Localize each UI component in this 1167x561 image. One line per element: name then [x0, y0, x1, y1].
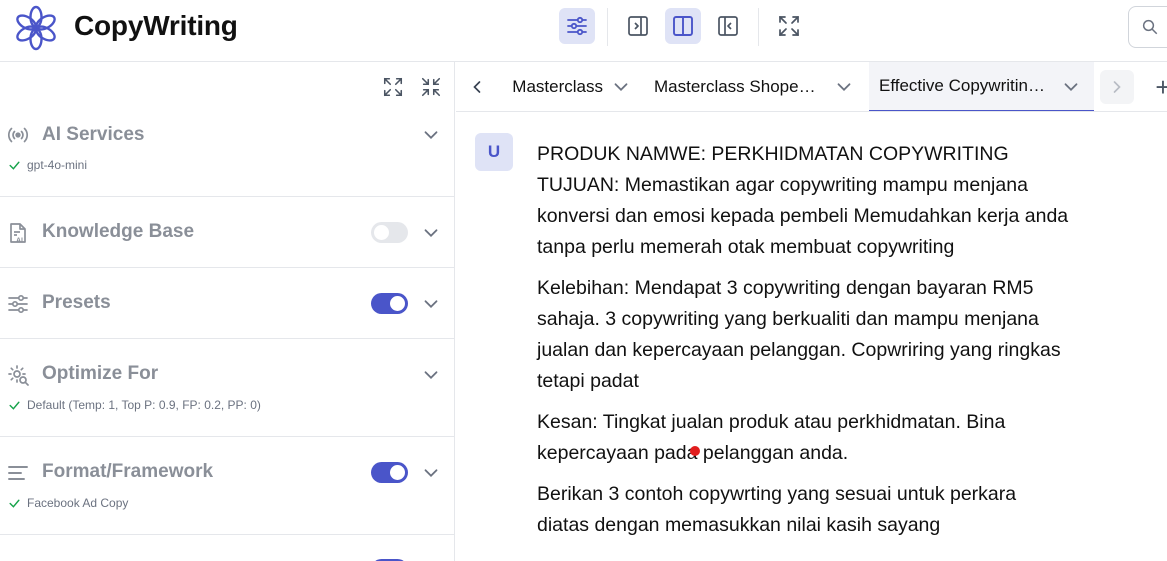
tab-effective-copywriting[interactable]: Effective Copywriting Campaign — [869, 62, 1094, 111]
tabs-scroll-left-button[interactable] — [460, 70, 494, 104]
app-title: CopyWriting — [74, 10, 238, 41]
user-avatar: U — [475, 133, 513, 171]
expand-icon — [779, 16, 799, 36]
section-title: Knowledge Base — [42, 221, 195, 242]
panel-right-open-icon — [628, 16, 648, 36]
sliders-icon — [567, 16, 587, 36]
message-paragraph: PRODUK NAMWE: PERKHIDMATAN COPYWRITING T… — [537, 143, 1069, 258]
broadcast-icon — [7, 127, 29, 143]
check-icon — [9, 499, 20, 508]
search-icon — [1142, 19, 1158, 35]
chevron-down-icon[interactable] — [420, 222, 442, 244]
chevron-right-icon — [1113, 81, 1121, 93]
check-icon — [9, 401, 20, 410]
expand-icon — [383, 77, 403, 97]
knowledge-base-toggle[interactable] — [371, 222, 408, 243]
section-subtitle: Facebook Ad Copy — [8, 496, 128, 510]
columns-icon — [673, 16, 693, 36]
tab-label: ass Shopee Masterclass — [511, 77, 603, 96]
section-partial[interactable] — [0, 535, 454, 561]
search-input[interactable] — [1128, 6, 1167, 48]
chevron-down-icon[interactable] — [420, 124, 442, 146]
align-left-icon — [8, 466, 28, 480]
section-optimize-for[interactable]: Optimize For Default (Temp: 1, Top P: 0.… — [0, 339, 454, 437]
toggle-knob — [374, 225, 389, 240]
ai-document-icon: AI — [10, 223, 26, 245]
message-paragraph: Kesan: Tingkat jualan produk atau perkhi… — [537, 411, 1006, 464]
section-title: Optimize For — [42, 363, 159, 384]
chevron-down-icon[interactable] — [420, 293, 442, 315]
user-message: PRODUK NAMWE: PERKHIDMATAN COPYWRITING T… — [537, 139, 1072, 551]
header-divider — [758, 8, 759, 46]
section-knowledge-base[interactable]: AI Knowledge Base — [0, 197, 454, 268]
svg-text:AI: AI — [16, 238, 23, 245]
tabs-scroll-right-button[interactable] — [1100, 70, 1134, 104]
settings-sidebar: AI Services gpt-4o-mini AI Knowledge Bas… — [0, 62, 455, 561]
collapse-icon — [421, 77, 441, 97]
chevron-down-icon[interactable] — [610, 76, 632, 98]
left-panel-button[interactable] — [710, 8, 746, 44]
message-paragraph: Kelebihan: Mendapat 3 copywriting dengan… — [537, 277, 1061, 392]
section-title: Format/Framework — [42, 461, 214, 482]
tab-shopee-masterclass[interactable]: ass Shopee Masterclass — [496, 62, 642, 111]
chat-area: U PRODUK NAMWE: PERKHIDMATAN COPYWRITING… — [456, 113, 1167, 561]
section-ai-services[interactable]: AI Services gpt-4o-mini — [0, 102, 454, 197]
chevron-left-icon — [473, 81, 481, 93]
split-view-button[interactable] — [665, 8, 701, 44]
section-format-framework[interactable]: Format/Framework Facebook Ad Copy — [0, 437, 454, 535]
fullscreen-button[interactable] — [771, 8, 807, 44]
gear-search-icon — [8, 365, 29, 386]
message-paragraph: Berikan 3 contoh copywrting yang sesuai … — [537, 483, 1017, 536]
expand-all-button[interactable] — [380, 74, 406, 100]
mouse-cursor-dot — [690, 446, 700, 456]
tab-label: Effective Copywriting Campaign — [879, 76, 1050, 95]
panel-left-open-icon — [718, 16, 738, 36]
format-framework-toggle[interactable] — [371, 462, 408, 483]
add-tab-button[interactable]: + — [1146, 70, 1167, 104]
plus-icon: + — [1155, 72, 1167, 103]
right-panel-button[interactable] — [620, 8, 656, 44]
section-title: AI Services — [42, 124, 145, 145]
section-subtitle-text: gpt-4o-mini — [27, 158, 88, 172]
toggle-knob — [390, 465, 405, 480]
chevron-down-icon[interactable] — [420, 364, 442, 386]
section-subtitle-text: Facebook Ad Copy — [27, 496, 129, 510]
tab-label: Masterclass Shopee Affiliate — [654, 77, 822, 96]
check-icon — [9, 161, 20, 170]
sliders-icon — [8, 294, 28, 314]
chevron-down-icon[interactable] — [420, 462, 442, 484]
section-subtitle: Default (Temp: 1, Top P: 0.9, FP: 0.2, P… — [8, 398, 261, 412]
chevron-down-icon[interactable] — [833, 76, 855, 98]
presets-toggle[interactable] — [371, 293, 408, 314]
section-subtitle-text: Default (Temp: 1, Top P: 0.9, FP: 0.2, P… — [27, 398, 261, 412]
app-root: CopyWriting AI Services gpt-4o-mini AI K… — [0, 0, 1167, 561]
section-presets[interactable]: Presets — [0, 268, 454, 339]
toggle-knob — [390, 296, 405, 311]
settings-sliders-button[interactable] — [559, 8, 595, 44]
flower-logo-icon — [16, 5, 56, 51]
collapse-all-button[interactable] — [418, 74, 444, 100]
header-divider — [607, 8, 608, 46]
section-subtitle: gpt-4o-mini — [8, 158, 87, 172]
tab-shopee-affiliate[interactable]: Masterclass Shopee Affiliate — [642, 62, 869, 111]
section-title: Presets — [42, 292, 111, 313]
chevron-down-icon[interactable] — [1060, 76, 1082, 98]
top-header: CopyWriting — [0, 0, 1167, 62]
chat-tab-bar: ass Shopee Masterclass Masterclass Shope… — [456, 62, 1167, 112]
